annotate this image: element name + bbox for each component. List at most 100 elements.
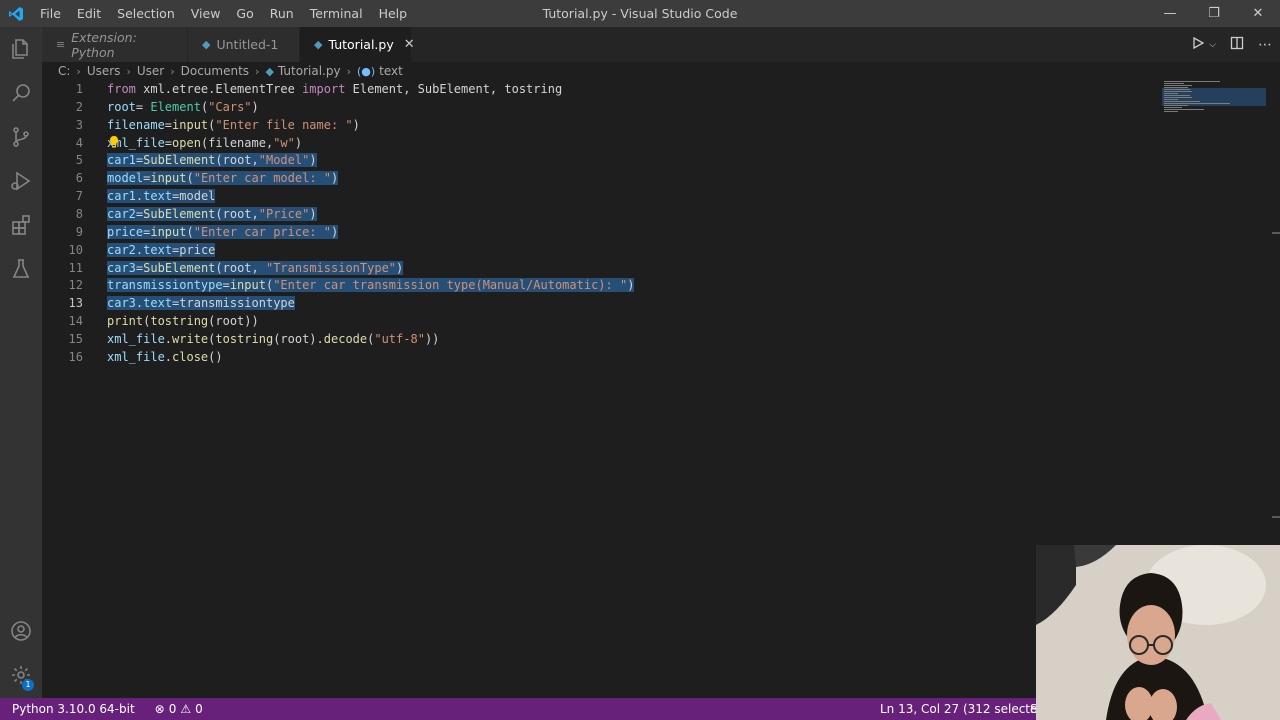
python-interpreter[interactable]: Python 3.10.0 64-bit <box>0 698 141 720</box>
breadcrumb-user[interactable]: User <box>137 64 164 78</box>
close-tab-icon[interactable]: ✕ <box>404 37 415 52</box>
code-token: model <box>107 171 144 186</box>
chevron-down-icon[interactable]: ⌵ <box>1209 40 1216 50</box>
run-debug-icon[interactable] <box>0 159 42 203</box>
code-line[interactable]: 11 car3=SubElement(root, "TransmissionTyp… <box>42 259 1142 277</box>
menu-terminal[interactable]: Terminal <box>302 0 371 27</box>
code-line[interactable]: 3 filename=input("Enter file name: ") <box>42 116 1142 134</box>
vscode-logo-icon <box>0 0 32 27</box>
breadcrumb-file[interactable]: Tutorial.py <box>278 64 341 78</box>
code-line[interactable]: 14 print(tostring(root)) <box>42 312 1142 330</box>
code-token: filename <box>107 117 165 132</box>
code-token: car3 <box>107 296 136 311</box>
breadcrumb-symbol[interactable]: text <box>379 64 403 78</box>
source-control-icon[interactable] <box>0 115 42 159</box>
menu-run[interactable]: Run <box>262 0 302 27</box>
menu-selection[interactable]: Selection <box>109 0 183 27</box>
interpreter-label: Python 3.10.0 64-bit <box>12 702 135 716</box>
menu-help[interactable]: Help <box>371 0 416 27</box>
tab-untitled-1[interactable]: ◆ Untitled-1 <box>188 27 300 62</box>
warning-icon: ⚠ <box>180 702 192 716</box>
code-token: ) <box>251 99 259 114</box>
search-icon[interactable] <box>0 71 42 115</box>
code-line[interactable]: 12 transmissiontype=input("Enter car tran… <box>42 276 1142 294</box>
breadcrumb-documents[interactable]: Documents <box>181 64 249 78</box>
split-editor-icon[interactable] <box>1230 35 1244 54</box>
code-token: from <box>107 82 136 96</box>
code-token: SubElement <box>143 206 216 221</box>
menu-view[interactable]: View <box>183 0 229 27</box>
testing-flask-icon[interactable] <box>0 247 42 291</box>
code-token: =price <box>172 242 216 257</box>
code-token: write <box>172 331 209 346</box>
breadcrumb-users[interactable]: Users <box>87 64 121 78</box>
code-line[interactable]: 9 price=input("Enter car price: ") <box>42 223 1142 241</box>
menu-file[interactable]: File <box>32 0 69 27</box>
code-token: "Enter car transmission type(Manual/Auto… <box>273 278 628 293</box>
code-text: xml_file.close() <box>107 348 223 366</box>
minimize-button[interactable]: — <box>1148 0 1192 27</box>
code-token: Element <box>150 99 201 114</box>
code-token: "Price" <box>258 206 310 221</box>
explorer-icon[interactable] <box>0 27 42 71</box>
code-token: )) <box>424 331 440 346</box>
code-token: (root)) <box>208 314 259 329</box>
code-token: input <box>172 117 209 132</box>
code-token: "Model" <box>258 153 310 168</box>
code-line[interactable]: 13 car3.text=transmissiontype <box>42 294 1142 312</box>
code-text: filename=input("Enter file name: ") <box>107 116 360 134</box>
code-line[interactable]: 2 root= Element("Cars") <box>42 98 1142 116</box>
code-token: input <box>150 224 187 239</box>
line-number: 14 <box>68 314 83 329</box>
line-number: 6 <box>75 171 83 186</box>
code-line[interactable]: 6 model=input("Enter car model: ") <box>42 169 1142 187</box>
code-line[interactable]: 10 car2.text=price <box>42 241 1142 259</box>
settings-gear-icon[interactable]: 1 <box>0 653 42 697</box>
code-line[interactable]: 15 xml_file.write(tostring(root).decode("… <box>42 330 1142 348</box>
lightbulb-icon[interactable] <box>108 135 120 149</box>
account-icon[interactable] <box>0 609 42 653</box>
code-token: tostring <box>150 314 209 329</box>
code-line[interactable]: 16 xml_file.close() <box>42 348 1142 366</box>
code-line[interactable]: 4 xml_file=open(filename,"w") <box>42 134 1142 152</box>
code-token: = <box>164 117 173 132</box>
code-line[interactable]: 7 car1.text=model <box>42 187 1142 205</box>
code-token: =transmissiontype <box>172 296 295 311</box>
code-line[interactable]: 8 car2=SubElement(root,"Price") <box>42 205 1142 223</box>
menu-go[interactable]: Go <box>228 0 261 27</box>
close-window-button[interactable]: ✕ <box>1236 0 1280 27</box>
line-number: 12 <box>68 278 83 293</box>
code-token: (root, <box>215 206 259 221</box>
code-token: close <box>172 349 209 364</box>
tab-extension-python[interactable]: ≡ Extension: Python <box>42 27 188 62</box>
python-file-icon: ◆ <box>202 38 211 51</box>
chevron-right-icon: › <box>170 64 175 78</box>
extension-icon: ≡ <box>56 38 66 51</box>
line-number: 2 <box>75 99 83 114</box>
breadcrumb-drive[interactable]: C: <box>58 64 70 78</box>
run-python-file-icon[interactable] <box>1191 35 1205 54</box>
code-token: "Enter car model: " <box>193 171 331 186</box>
code-token: "w" <box>273 135 295 150</box>
code-token: text <box>143 242 173 257</box>
chevron-right-icon: › <box>346 64 351 78</box>
code-text: car2=SubElement(root,"Price") <box>107 205 317 223</box>
menu-edit[interactable]: Edit <box>69 0 109 27</box>
chevron-right-icon: › <box>76 64 81 78</box>
more-actions-icon[interactable]: ⋯ <box>1258 37 1272 53</box>
tab-tutorial-py[interactable]: ◆ Tutorial.py ✕ <box>300 27 415 62</box>
code-editor[interactable]: 1 from xml.etree.ElementTree import Eleme… <box>42 80 1162 698</box>
line-number: 11 <box>68 260 83 275</box>
code-line[interactable]: 1 from xml.etree.ElementTree import Eleme… <box>42 80 1142 98</box>
code-line[interactable]: 5 car1=SubElement(root,"Model") <box>42 151 1142 169</box>
code-token: ) <box>294 135 303 150</box>
restore-button[interactable]: ❐ <box>1192 0 1236 27</box>
line-number: 9 <box>75 224 83 239</box>
problems-indicator[interactable]: ⊗ 0 ⚠ 0 <box>149 698 209 720</box>
code-token: xml.etree.ElementTree <box>135 82 303 96</box>
code-token: = <box>135 99 151 114</box>
warning-count: 0 <box>195 702 203 716</box>
code-token: () <box>208 349 223 364</box>
code-token: ( <box>186 224 194 239</box>
extensions-icon[interactable] <box>0 203 42 247</box>
